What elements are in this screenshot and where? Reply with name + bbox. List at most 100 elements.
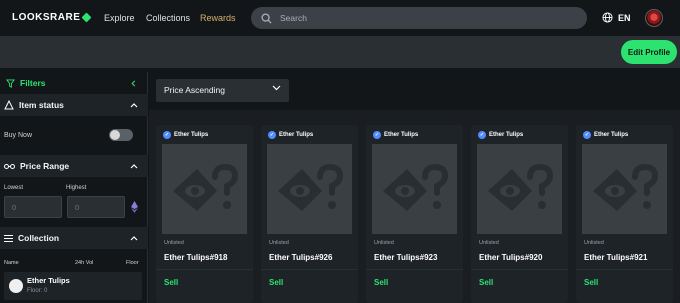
unknown-image-icon (381, 161, 449, 218)
eth-icon (131, 201, 138, 213)
card-image-placeholder[interactable] (372, 144, 457, 234)
card-collection[interactable]: ✓ Ether Tulips (583, 131, 628, 139)
language-label: EN (618, 12, 631, 23)
card-divider (261, 269, 358, 270)
chevron-down-icon (272, 85, 281, 91)
logo-text: LOOKSRARE (12, 12, 81, 23)
nav-collections[interactable]: Collections (146, 13, 190, 23)
logo-diamond-icon (81, 12, 92, 23)
collapse-sidebar-icon[interactable] (130, 80, 137, 87)
card-image-placeholder[interactable] (477, 144, 562, 234)
collection-list-item[interactable]: Ether Tulips Floor: 0 (4, 272, 142, 300)
card-collection-name: Ether Tulips (489, 132, 524, 138)
unknown-image-icon (591, 161, 659, 218)
card-divider (576, 269, 673, 270)
card-collection[interactable]: ✓ Ether Tulips (268, 131, 313, 139)
nav-rewards[interactable]: Rewards (200, 13, 236, 23)
highest-label: Highest (66, 185, 87, 191)
verified-icon: ✓ (583, 131, 591, 139)
filter-sidebar: Filters Item status Buy Now Price Range … (0, 72, 148, 303)
card-divider (366, 269, 463, 270)
collection-section[interactable]: Collection (0, 227, 148, 249)
logo[interactable]: LOOKSRARE (12, 12, 92, 23)
item-status-title: Item status (19, 100, 64, 110)
card-status: Unlisted (374, 240, 394, 246)
filter-icon (6, 78, 15, 88)
tag-icon (4, 100, 14, 110)
card-collection-name: Ether Tulips (384, 132, 419, 138)
highest-price-input[interactable]: 0 (67, 196, 125, 218)
sell-button[interactable]: Sell (479, 278, 493, 287)
card-collection[interactable]: ✓ Ether Tulips (373, 131, 418, 139)
card-image-placeholder[interactable] (582, 144, 667, 234)
filters-title: Filters (20, 78, 46, 88)
price-range-section[interactable]: Price Range (0, 155, 148, 177)
card-collection-name: Ether Tulips (174, 132, 209, 138)
top-navbar: LOOKSRARE Explore Collections Rewards Se… (0, 0, 680, 36)
verified-icon: ✓ (478, 131, 486, 139)
col-floor-header: Floor (126, 260, 139, 266)
language-selector[interactable]: EN (602, 12, 631, 23)
chevron-up-icon (130, 164, 138, 169)
card-status: Unlisted (479, 240, 499, 246)
collection-item-floor: Floor: 0 (27, 288, 48, 294)
nft-card[interactable]: ✓ Ether Tulips Unlisted Ether Tulips#926… (261, 125, 358, 303)
card-divider (471, 269, 568, 270)
unknown-image-icon (486, 161, 554, 218)
sell-button[interactable]: Sell (374, 278, 388, 287)
nft-card[interactable]: ✓ Ether Tulips Unlisted Ether Tulips#920… (471, 125, 568, 303)
sell-button[interactable]: Sell (584, 278, 598, 287)
verified-icon: ✓ (268, 131, 276, 139)
card-status: Unlisted (584, 240, 604, 246)
buy-now-label: Buy Now (4, 131, 33, 139)
card-collection-name: Ether Tulips (279, 132, 314, 138)
buy-now-row: Buy Now (0, 129, 148, 141)
sell-button[interactable]: Sell (164, 278, 178, 287)
chevron-up-icon (130, 103, 138, 108)
avatar[interactable] (645, 9, 663, 27)
sort-selected-value: Price Ascending (164, 85, 225, 95)
list-icon (4, 234, 13, 242)
profile-banner (0, 36, 680, 68)
unknown-image-icon (276, 161, 344, 218)
verified-icon: ✓ (373, 131, 381, 139)
price-range-icon (4, 163, 15, 169)
card-name[interactable]: Ether Tulips#921 (584, 253, 647, 262)
collection-title: Collection (18, 233, 60, 243)
filters-header: Filters (0, 76, 148, 90)
card-name[interactable]: Ether Tulips#920 (479, 253, 542, 262)
card-divider (156, 269, 253, 270)
col-vol-header: 24h Vol (75, 260, 94, 266)
sell-button[interactable]: Sell (269, 278, 283, 287)
sort-dropdown[interactable]: Price Ascending (156, 79, 289, 102)
globe-icon (602, 12, 613, 23)
nav-explore[interactable]: Explore (104, 13, 135, 23)
nft-card[interactable]: ✓ Ether Tulips Unlisted Ether Tulips#923… (366, 125, 463, 303)
collection-item-name: Ether Tulips (27, 276, 70, 285)
buy-now-toggle[interactable] (109, 129, 133, 141)
item-status-section[interactable]: Item status (0, 94, 148, 116)
verified-icon: ✓ (163, 131, 171, 139)
nft-card[interactable]: ✓ Ether Tulips Unlisted Ether Tulips#918… (156, 125, 253, 303)
card-collection[interactable]: ✓ Ether Tulips (163, 131, 208, 139)
collection-logo (9, 279, 23, 293)
card-name[interactable]: Ether Tulips#923 (374, 253, 437, 262)
card-name[interactable]: Ether Tulips#918 (164, 253, 227, 262)
search-icon (261, 12, 272, 24)
nft-card[interactable]: ✓ Ether Tulips Unlisted Ether Tulips#921… (576, 125, 673, 303)
unknown-image-icon (171, 161, 239, 218)
card-collection[interactable]: ✓ Ether Tulips (478, 131, 523, 139)
chevron-up-icon (130, 236, 138, 241)
search-input[interactable]: Search (251, 7, 587, 29)
card-collection-name: Ether Tulips (594, 132, 629, 138)
card-status: Unlisted (269, 240, 289, 246)
col-name-header: Name (4, 260, 19, 266)
card-status: Unlisted (164, 240, 184, 246)
lowest-label: Lowest (4, 185, 24, 191)
card-name[interactable]: Ether Tulips#926 (269, 253, 332, 262)
card-image-placeholder[interactable] (162, 144, 247, 234)
lowest-price-input[interactable]: 0 (4, 196, 62, 218)
edit-profile-button[interactable]: Edit Profile (621, 40, 677, 64)
card-image-placeholder[interactable] (267, 144, 352, 234)
search-placeholder: Search (280, 13, 307, 23)
